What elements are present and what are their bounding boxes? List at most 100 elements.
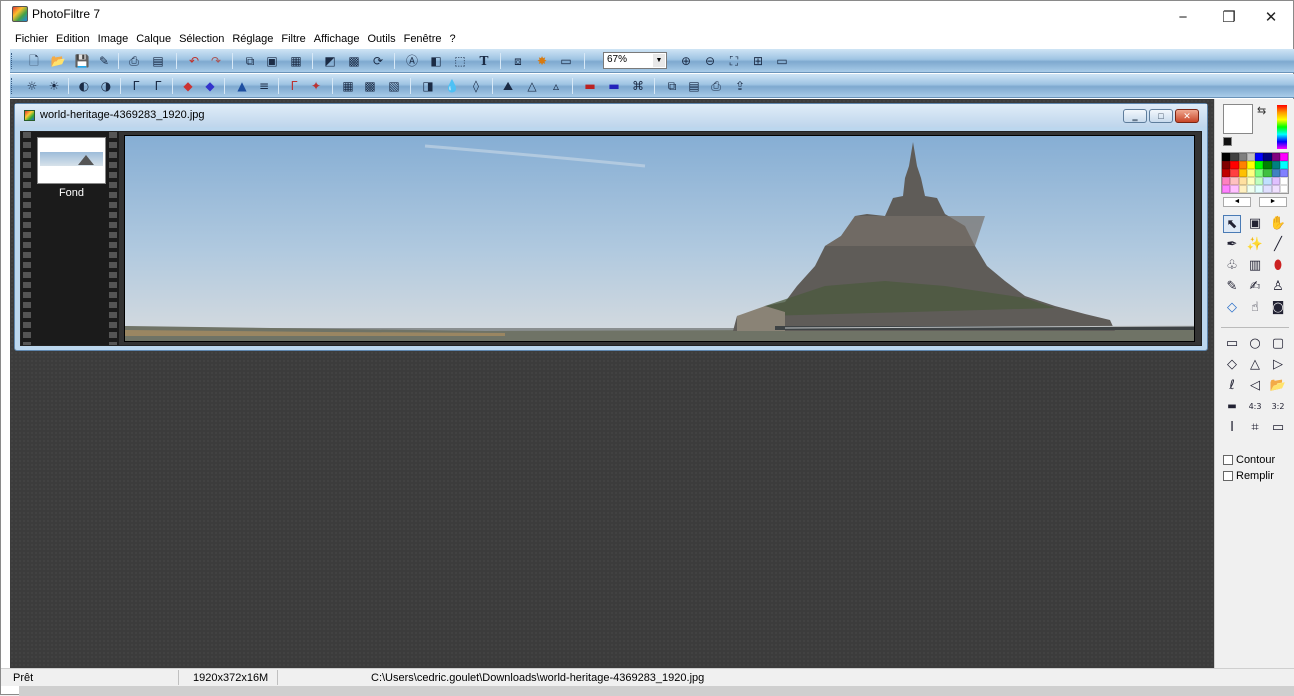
contrast-down-icon[interactable]: ◐ — [76, 78, 92, 94]
copy-icon[interactable]: ⧉ — [242, 53, 258, 69]
text-cursor-icon[interactable]: Ⅰ — [1223, 419, 1241, 437]
grayscale-icon[interactable]: ▧ — [386, 78, 402, 94]
palette-swatch[interactable] — [1230, 169, 1239, 177]
palette-swatch[interactable] — [1230, 177, 1239, 185]
print-icon[interactable]: ⎙ — [126, 53, 142, 69]
palette-swatch[interactable] — [1230, 161, 1239, 169]
open-selection-icon[interactable]: 📂 — [1269, 377, 1287, 395]
gamma-up-icon[interactable]: Γ — [150, 78, 166, 94]
flip-v-icon[interactable]: ▬ — [606, 78, 622, 94]
actual-size-icon[interactable]: ⊞ — [750, 53, 766, 69]
palette-swatch[interactable] — [1279, 185, 1288, 193]
auto-contrast-icon[interactable]: ≡ — [256, 78, 272, 94]
redo-icon[interactable]: ↷ — [208, 53, 224, 69]
palette-swatch[interactable] — [1222, 161, 1231, 169]
menu-help[interactable]: ? — [446, 32, 460, 48]
menu-selection[interactable]: Sélection — [175, 32, 228, 48]
export-icon[interactable]: ⇪ — [732, 78, 748, 94]
spray-icon[interactable]: ▥ — [1246, 257, 1264, 275]
eyedropper-icon[interactable]: ✒ — [1223, 236, 1241, 254]
flip-h-icon[interactable]: ▬ — [582, 78, 598, 94]
menu-affichage[interactable]: Affichage — [310, 32, 364, 48]
contrast-up-icon[interactable]: ◑ — [98, 78, 114, 94]
ratio-4-3-icon[interactable]: 4:3 — [1246, 398, 1264, 416]
chevron-down-icon[interactable]: ▼ — [653, 54, 665, 67]
palette-swatch[interactable] — [1222, 169, 1231, 177]
document-titlebar[interactable]: world-heritage-4369283_1920.jpg ‗ □ ✕ — [15, 104, 1207, 127]
window-icon[interactable]: ▭ — [1269, 419, 1287, 437]
blur-drop-icon[interactable]: ◇ — [1223, 299, 1241, 317]
palette-swatch[interactable] — [1238, 185, 1247, 193]
brightness-down-icon[interactable]: ☼ — [24, 78, 40, 94]
image-canvas[interactable] — [124, 135, 1195, 342]
pointer-tool-icon[interactable]: ⬉ — [1223, 215, 1241, 233]
palette-swatch[interactable] — [1263, 169, 1272, 177]
menu-edition[interactable]: Edition — [52, 32, 94, 48]
fill-bucket-icon[interactable]: ♧ — [1223, 257, 1241, 275]
menu-image[interactable]: Image — [94, 32, 133, 48]
palette-swatch[interactable] — [1222, 153, 1231, 161]
line-tool-icon[interactable]: ╱ — [1269, 236, 1287, 254]
doc-close-button[interactable]: ✕ — [1175, 109, 1199, 123]
eraser-icon[interactable]: ⬮ — [1269, 257, 1287, 275]
open-icon[interactable]: 📂 — [50, 53, 66, 69]
contour-checkbox[interactable]: Contour — [1223, 454, 1275, 466]
ellipse-select-icon[interactable]: ○ — [1246, 335, 1264, 353]
plugin-icon[interactable]: ▭ — [558, 53, 574, 69]
menu-calque[interactable]: Calque — [132, 32, 175, 48]
palette-swatch[interactable] — [1238, 153, 1247, 161]
palette-swatch[interactable] — [1255, 169, 1264, 177]
diamond-select-icon[interactable]: ◇ — [1223, 356, 1241, 374]
magic-wand-icon[interactable]: ✨ — [1246, 236, 1264, 254]
advanced-brush-icon[interactable]: ✍ — [1246, 278, 1264, 296]
remplir-checkbox-box[interactable] — [1223, 471, 1233, 481]
right-triangle-select-icon[interactable]: ▷ — [1269, 356, 1287, 374]
toolbar-grip[interactable] — [11, 53, 14, 69]
palette-next-icon[interactable]: ► — [1259, 197, 1287, 207]
triangle-select-icon[interactable]: △ — [1246, 356, 1264, 374]
stamp-icon[interactable]: ♙ — [1269, 278, 1287, 296]
palette-swatch[interactable] — [1263, 153, 1272, 161]
lasso-icon[interactable]: ℓ — [1223, 377, 1241, 395]
palette-swatch[interactable] — [1246, 153, 1255, 161]
palette-swatch[interactable] — [1263, 177, 1272, 185]
transform-icon[interactable]: ⧈ — [510, 53, 526, 69]
toolbar-grip[interactable] — [11, 78, 14, 94]
restore-button[interactable]: ❐ — [1209, 5, 1249, 29]
menu-fichier[interactable]: Fichier — [11, 32, 52, 48]
color-palette[interactable] — [1221, 152, 1289, 194]
palette-swatch[interactable] — [1279, 169, 1288, 177]
saturation-down-icon[interactable]: ◆ — [180, 78, 196, 94]
remplir-checkbox[interactable]: Remplir — [1223, 470, 1274, 482]
palette-swatch[interactable] — [1279, 177, 1288, 185]
palette-swatch[interactable] — [1255, 185, 1264, 193]
frame-tool-icon[interactable]: ▣ — [1246, 215, 1264, 233]
background-color[interactable] — [1223, 137, 1232, 146]
palette-swatch[interactable] — [1222, 185, 1231, 193]
negative-icon[interactable]: ▩ — [362, 78, 378, 94]
doc-maximize-button[interactable]: □ — [1149, 109, 1173, 123]
menu-filtre[interactable]: Filtre — [277, 32, 309, 48]
image-size-icon[interactable]: ◩ — [322, 53, 338, 69]
palette-prev-icon[interactable]: ◄ — [1223, 197, 1251, 207]
palette-swatch[interactable] — [1271, 185, 1280, 193]
save-as-icon[interactable]: ✎ — [96, 53, 112, 69]
auto-gamma-icon[interactable]: Γ — [286, 78, 302, 94]
swap-colors-icon[interactable]: ⇆ — [1257, 104, 1266, 117]
palette-swatch[interactable] — [1279, 153, 1288, 161]
undo-icon[interactable]: ↶ — [186, 53, 202, 69]
selection-settings-icon[interactable]: ▬ — [1223, 398, 1241, 416]
palette-swatch[interactable] — [1246, 169, 1255, 177]
palette-swatch[interactable] — [1279, 161, 1288, 169]
rounded-rect-select-icon[interactable]: ▢ — [1269, 335, 1287, 353]
doc-minimize-button[interactable]: ‗ — [1123, 109, 1147, 123]
brightness-up-icon[interactable]: ☀ — [46, 78, 62, 94]
emboss-icon[interactable]: ⛰ — [500, 78, 516, 94]
menu-reglage[interactable]: Réglage — [228, 32, 277, 48]
foreground-color[interactable] — [1223, 104, 1253, 134]
palette-swatch[interactable] — [1230, 185, 1239, 193]
menu-outils[interactable]: Outils — [363, 32, 399, 48]
zoom-in-icon[interactable]: ⊕ — [678, 53, 694, 69]
zoom-select[interactable]: 67% ▼ — [603, 52, 667, 69]
dust-icon[interactable]: ▦ — [340, 78, 356, 94]
